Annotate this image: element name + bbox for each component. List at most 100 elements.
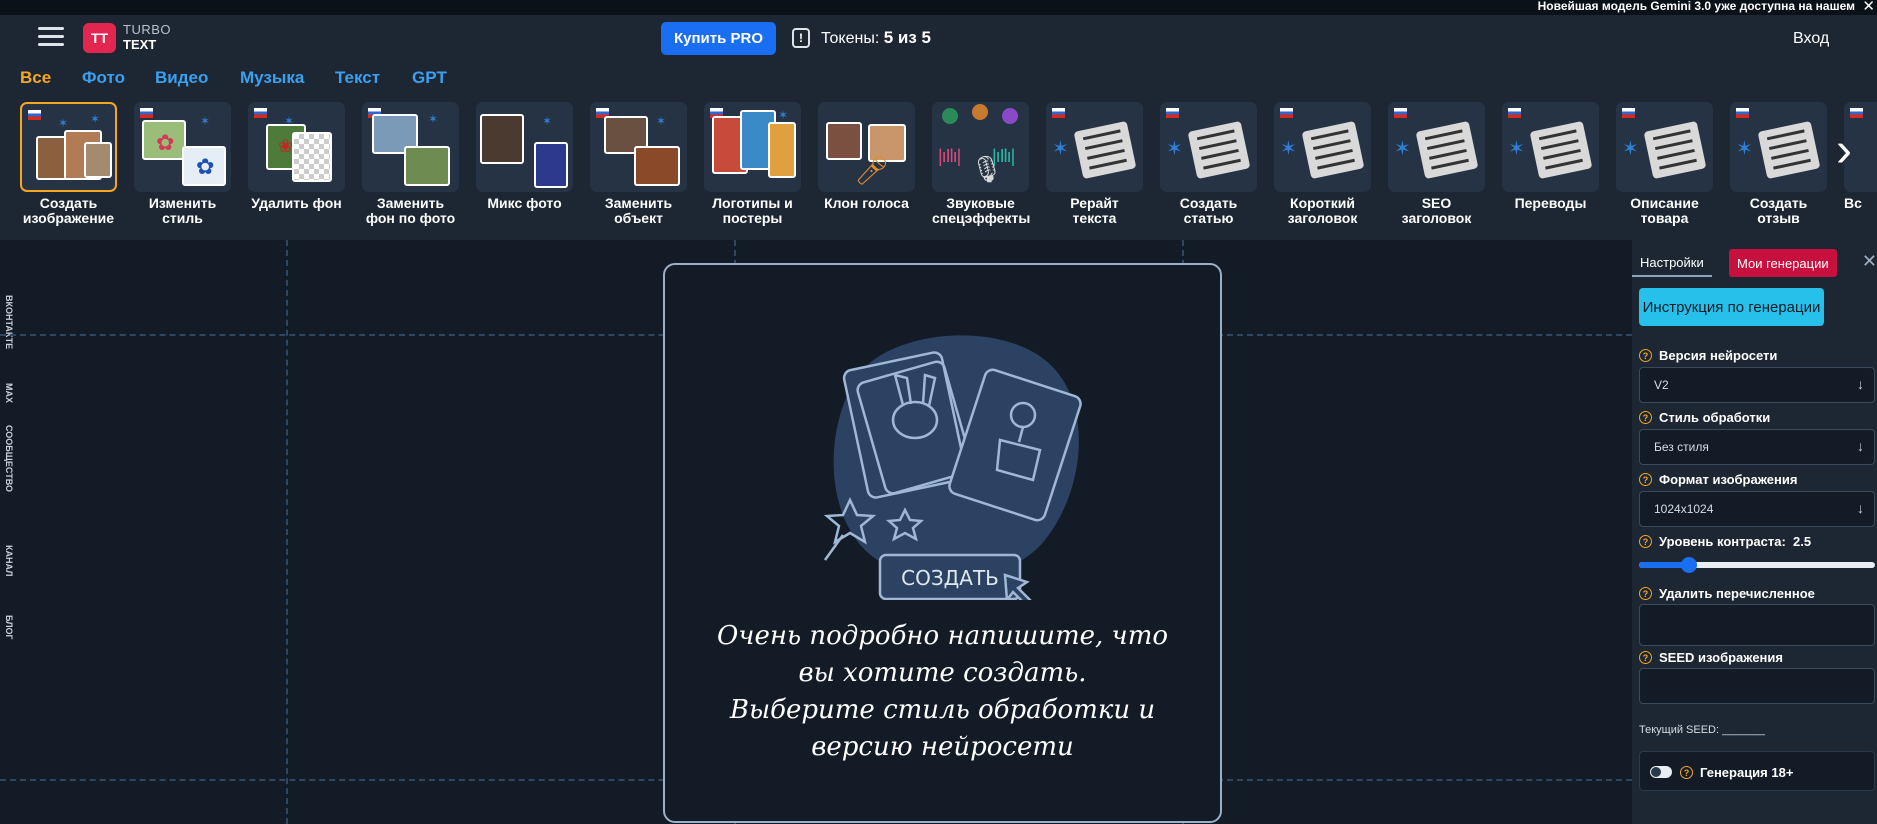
category-tabs: Все Фото Видео Музыка Текст GPT (0, 61, 1877, 97)
tool-logos-posters[interactable]: ✶ Логотипы и постеры (704, 102, 801, 226)
help-icon[interactable]: ? (1639, 651, 1652, 664)
logo-line-2: TEXT (123, 37, 157, 52)
tool-label: Создать статью (1179, 195, 1238, 226)
tab-settings[interactable]: Настройки (1632, 249, 1712, 277)
adult-generation-label: ? Генерация 18+ (1680, 765, 1793, 780)
menu-icon[interactable] (38, 27, 64, 47)
tool-label: Короткий заголовок (1287, 195, 1358, 226)
info-icon[interactable]: ! (792, 28, 810, 48)
tool-label: Микс фото (487, 195, 562, 211)
model-version-select[interactable]: V2 ↓ (1639, 367, 1875, 403)
illustration-create-label: СОЗДАТЬ (901, 566, 999, 590)
style-label: ? Стиль обработки (1639, 410, 1770, 425)
tool-rewrite-text[interactable]: ✶ Рерайт текста (1046, 102, 1143, 226)
sound-effects-icon: |ıIlı| |ıIlı| 🎙︎ (932, 102, 1029, 192)
tool-mix-photo[interactable]: ✶ Микс фото (476, 102, 573, 211)
category-tab-music[interactable]: Музыка (240, 68, 304, 88)
tool-voice-clone[interactable]: 🎤︎ Клон голоса (818, 102, 915, 211)
category-tab-all[interactable]: Все (20, 68, 51, 88)
top-header: TT TURBO TEXT Купить PRO ! Токены: 5 из … (0, 15, 1877, 61)
category-tab-photo[interactable]: Фото (82, 68, 125, 88)
help-icon[interactable]: ? (1639, 587, 1652, 600)
close-panel-icon[interactable]: ✕ (1862, 251, 1877, 272)
help-icon[interactable]: ? (1639, 473, 1652, 486)
tool-replace-object[interactable]: ✶ Заменить объект (590, 102, 687, 226)
tool-label: Изменить стиль (148, 195, 217, 226)
seed-input[interactable] (1639, 668, 1875, 704)
logo-line-1: TURBO (123, 22, 171, 37)
tool-label: Создать изображение (22, 195, 115, 226)
workspace: СОЗДАТЬ Очень подробно напишите, что вы … (0, 240, 1632, 824)
announcement-text[interactable]: Новейшая модель Gemini 3.0 уже доступна … (1538, 0, 1855, 13)
panel-tabs: Настройки Мои генерации ✕ (1632, 249, 1877, 277)
adult-generation-row: ? Генерация 18+ (1639, 751, 1875, 791)
tool-label: Заменить объект (604, 195, 673, 226)
tab-my-generations[interactable]: Мои генерации (1729, 249, 1837, 277)
style-select[interactable]: Без стиля ↓ (1639, 429, 1875, 465)
prompt-instructions: Очень подробно напишите, что вы хотите с… (716, 621, 1169, 762)
chevron-right-icon[interactable]: › (1836, 127, 1852, 175)
help-icon[interactable]: ? (1639, 349, 1652, 362)
tool-label: Клон голоса (824, 195, 909, 211)
generation-frame[interactable]: СОЗДАТЬ Очень подробно напишите, что вы … (663, 263, 1222, 823)
buy-pro-button[interactable]: Купить PRO (661, 22, 776, 55)
short-title-icon: ✶ (1274, 102, 1371, 192)
help-icon[interactable]: ? (1639, 411, 1652, 424)
tool-short-title[interactable]: ✶ Короткий заголовок (1274, 102, 1371, 226)
image-format-label: ? Формат изображения (1639, 472, 1797, 487)
tool-seo-title[interactable]: ✶ SEO заголовок (1388, 102, 1485, 226)
logos-posters-icon: ✶ (704, 102, 801, 192)
tool-translations[interactable]: ✶ Переводы (1502, 102, 1599, 211)
tool-label: Вс (1844, 195, 1862, 211)
adult-generation-toggle[interactable] (1650, 766, 1672, 778)
current-seed: Текущий SEED: _______ (1639, 724, 1765, 736)
contrast-slider-handle[interactable] (1680, 557, 1697, 573)
tool-label: Описание товара (1630, 195, 1699, 226)
seed-label: ? SEED изображения (1639, 650, 1783, 665)
tool-replace-bg[interactable]: ✶ Заменить фон по фото (362, 102, 459, 226)
tool-label: Заменить фон по фото (365, 195, 456, 226)
contrast-value: 2.5 (1793, 534, 1812, 549)
cards-illustration: СОЗДАТЬ (823, 335, 1082, 600)
tool-label: Переводы (1514, 195, 1587, 211)
tokens-value: 5 из 5 (883, 28, 931, 47)
logo-mark[interactable]: TT (83, 23, 116, 53)
tool-create-image[interactable]: ✶ ✶ Создать изображение (20, 102, 117, 226)
arrow-down-icon: ↓ (1857, 376, 1864, 392)
arrow-down-icon: ↓ (1857, 500, 1864, 516)
voice-clone-icon: 🎤︎ (818, 102, 915, 192)
category-tab-video[interactable]: Видео (155, 68, 208, 88)
help-icon[interactable]: ? (1680, 766, 1693, 779)
contrast-slider[interactable] (1639, 557, 1875, 573)
tool-label: Рерайт текста (1070, 195, 1119, 226)
negative-prompt-label: ? Удалить перечисленное (1639, 586, 1815, 601)
tool-label: Удалить фон (251, 195, 342, 211)
rewrite-text-icon: ✶ (1046, 102, 1143, 192)
tool-remove-bg[interactable]: ✶ ❀ Удалить фон (248, 102, 345, 211)
negative-prompt-textarea[interactable] (1639, 604, 1875, 646)
login-link[interactable]: Вход (1793, 30, 1829, 48)
mix-photo-icon: ✶ (476, 102, 573, 192)
close-banner-icon[interactable]: ✕ (1862, 0, 1875, 14)
settings-panel: Настройки Мои генерации ✕ Инструкция по … (1632, 240, 1877, 824)
tool-sound-effects[interactable]: |ıIlı| |ıIlı| 🎙︎ Звуковые спецэффекты (932, 102, 1030, 226)
create-image-icon: ✶ ✶ (20, 102, 117, 192)
contrast-label: ? Уровень контраста: 2.5 (1639, 534, 1811, 549)
category-tab-gpt[interactable]: GPT (412, 68, 447, 88)
image-format-select[interactable]: 1024x1024 ↓ (1639, 491, 1875, 527)
create-review-icon: ✶ (1730, 102, 1827, 192)
tokens-counter: Токены: 5 из 5 (821, 28, 931, 48)
tool-create-review[interactable]: ✶ Создать отзыв (1730, 102, 1827, 226)
tool-carousel: ✶ ✶ Создать изображение ✶ ✿ ✿ Изменить стил… (0, 97, 1877, 240)
generation-instruction-button[interactable]: Инструкция по генерации (1639, 288, 1824, 326)
tool-change-style[interactable]: ✶ ✿ ✿ Изменить стиль (134, 102, 231, 226)
tool-create-article[interactable]: ✶ Создать статью (1160, 102, 1257, 226)
product-description-icon: ✶ (1616, 102, 1713, 192)
grid-line (286, 240, 288, 824)
model-version-label: ? Версия нейросети (1639, 348, 1777, 363)
tool-label: Создать отзыв (1749, 195, 1808, 226)
help-icon[interactable]: ? (1639, 535, 1652, 548)
category-tab-text[interactable]: Текст (335, 68, 380, 88)
tool-product-description[interactable]: ✶ Описание товара (1616, 102, 1713, 226)
logo-text[interactable]: TURBO TEXT (123, 22, 171, 52)
